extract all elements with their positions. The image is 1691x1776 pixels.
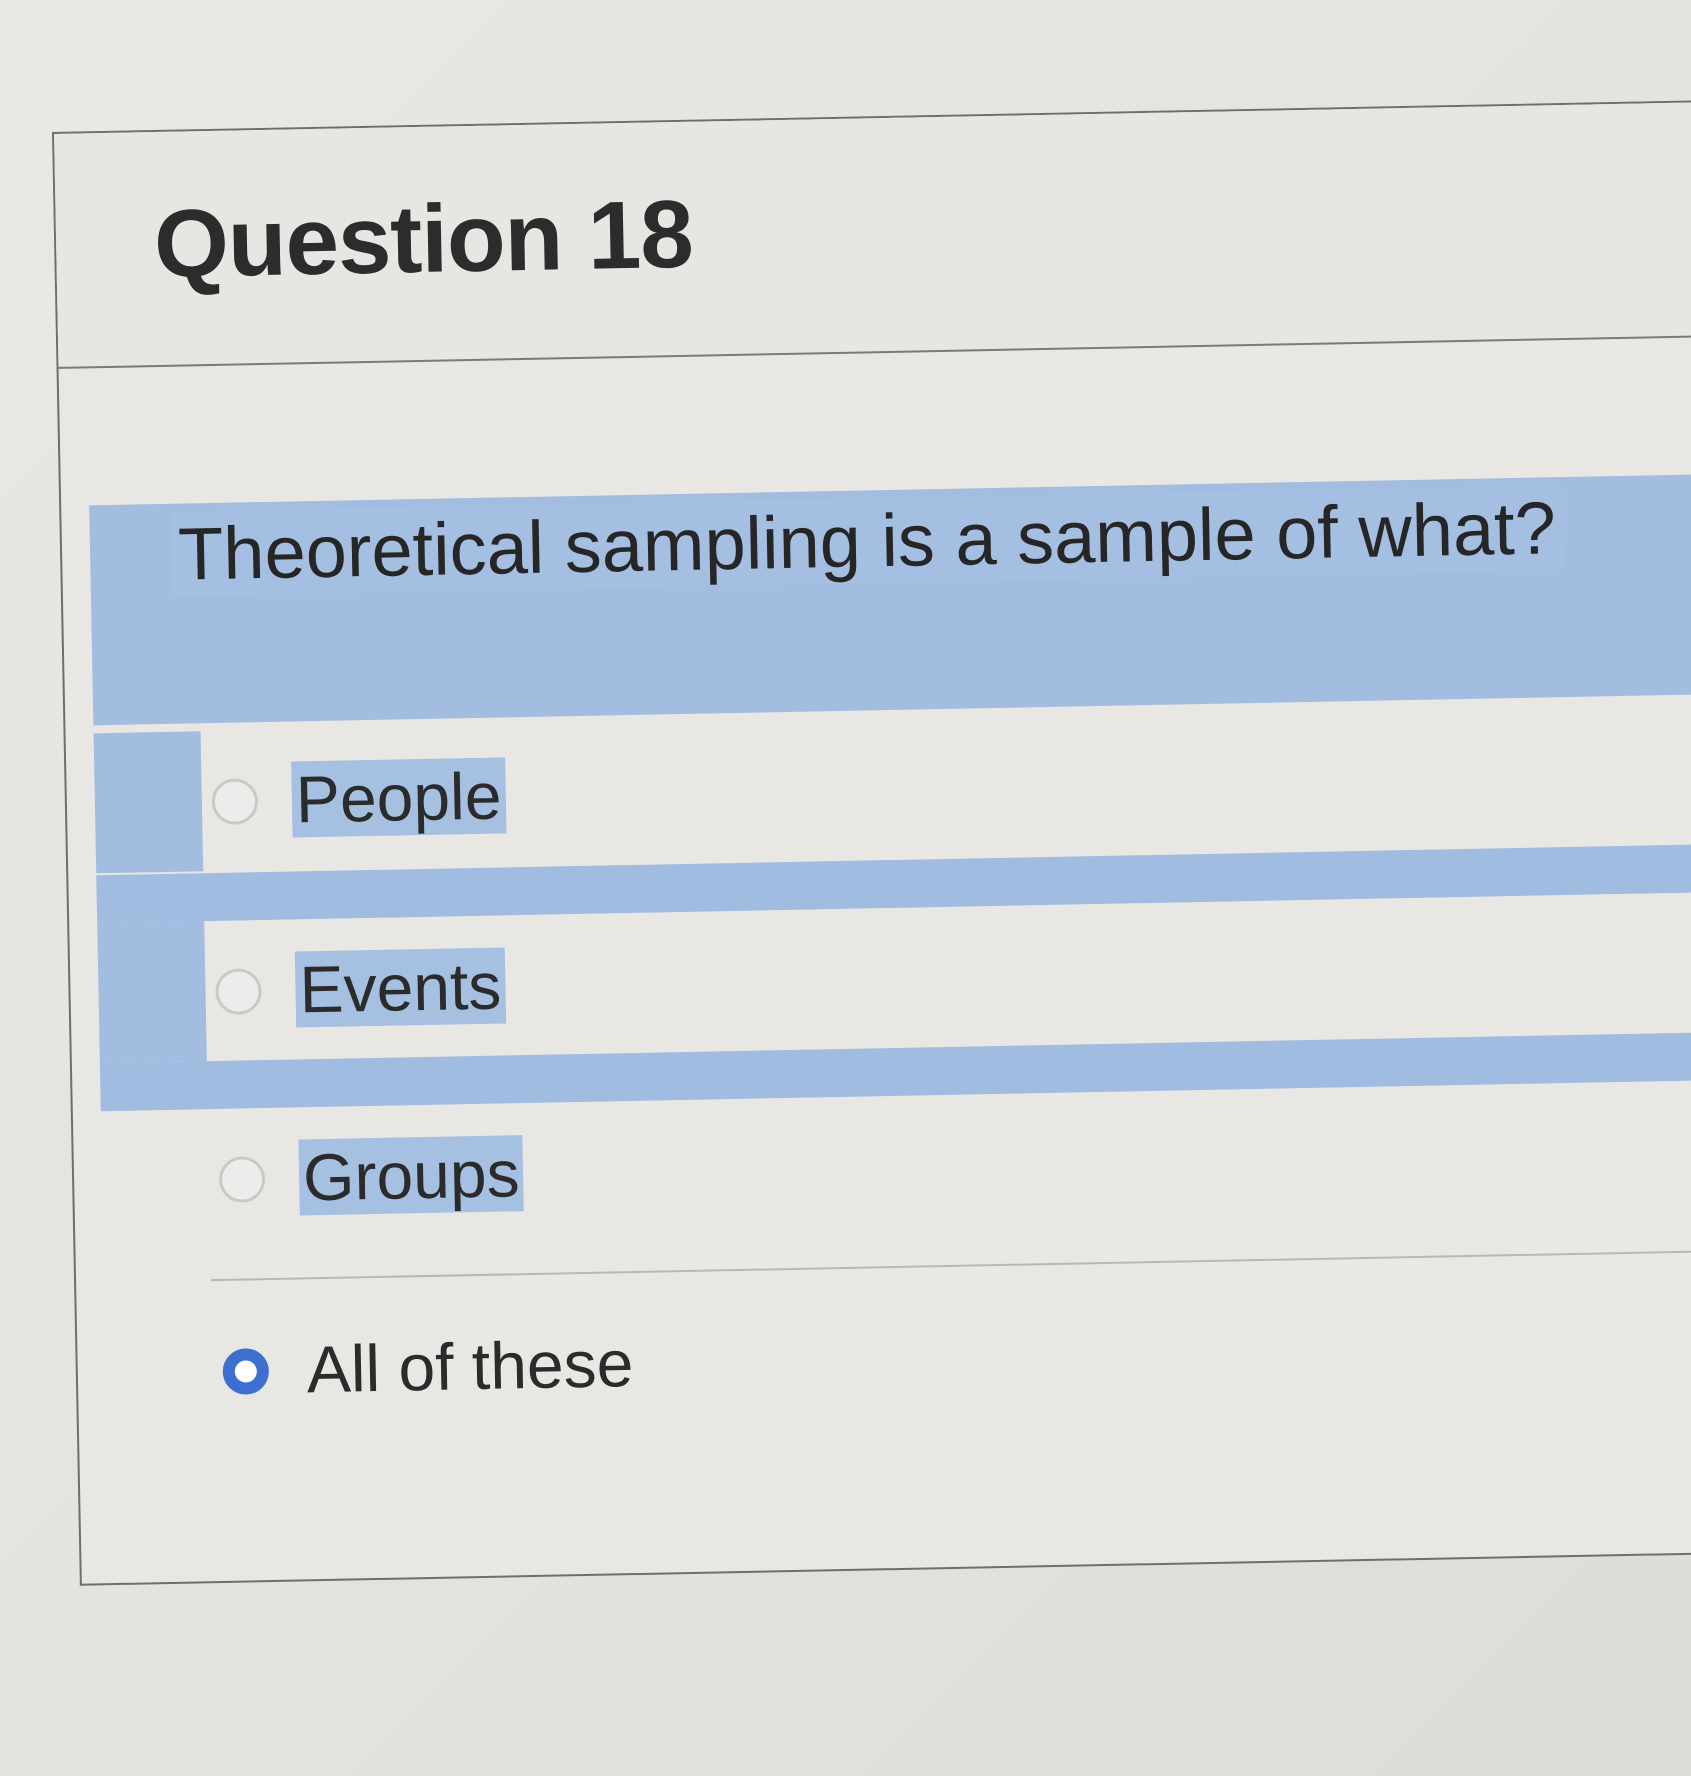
option-label: Events	[294, 947, 506, 1028]
radio-unchecked-icon[interactable]	[218, 1156, 266, 1203]
question-card: Question 18 Theoretical sampling is a sa…	[52, 99, 1691, 1586]
question-header: Question 18	[54, 101, 1691, 369]
selection-highlight-left	[93, 731, 205, 874]
screen-background: Question 18 Theoretical sampling is a sa…	[0, 0, 1691, 1776]
option-groups[interactable]: Groups	[207, 1078, 1691, 1250]
option-label: People	[291, 757, 507, 838]
question-title: Question 18	[153, 180, 694, 299]
selection-highlight-left	[97, 921, 208, 1064]
radio-unchecked-icon[interactable]	[215, 968, 262, 1016]
radio-unchecked-icon[interactable]	[211, 778, 259, 826]
option-label: All of these	[306, 1326, 634, 1407]
option-label: Groups	[298, 1135, 525, 1216]
option-events[interactable]: Events	[204, 890, 1691, 1062]
option-all-of-these[interactable]: All of these	[211, 1270, 1691, 1442]
radio-checked-icon[interactable]	[222, 1348, 270, 1395]
option-people[interactable]: People	[200, 700, 1691, 872]
